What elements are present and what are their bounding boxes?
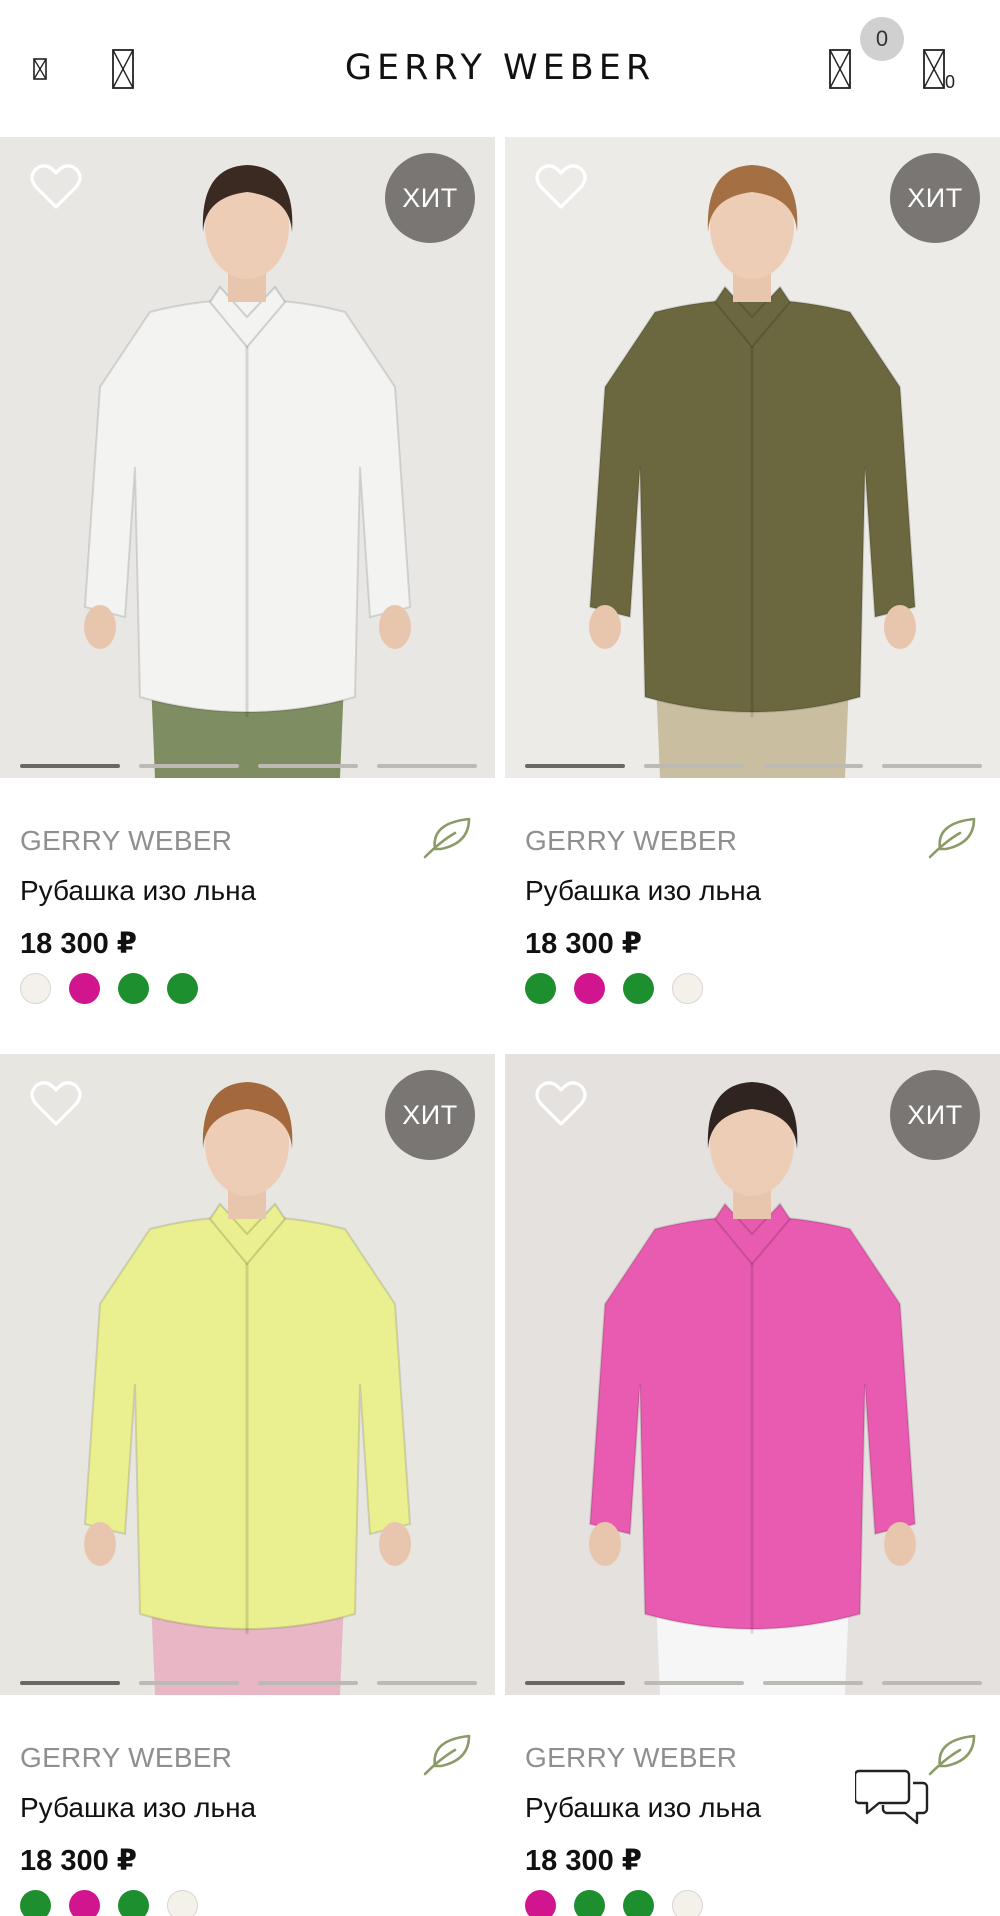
- carousel-dots: [20, 764, 477, 768]
- product-price: 18 300 ₽: [20, 928, 137, 960]
- carousel-indicator[interactable]: [525, 1681, 625, 1685]
- heart-icon[interactable]: [535, 163, 587, 211]
- heart-icon[interactable]: [535, 1080, 587, 1128]
- color-swatch[interactable]: [525, 973, 556, 1004]
- carousel-indicator[interactable]: [20, 764, 120, 768]
- color-swatch[interactable]: [574, 973, 605, 1004]
- product-image[interactable]: ХИТ: [0, 1054, 495, 1695]
- svg-text:0: 0: [945, 72, 955, 92]
- carousel-indicator[interactable]: [139, 1681, 239, 1685]
- color-swatch[interactable]: [118, 973, 149, 1004]
- color-swatches: [525, 1890, 703, 1916]
- color-swatches: [525, 973, 703, 1004]
- carousel-indicator[interactable]: [763, 1681, 863, 1685]
- carousel-indicator[interactable]: [882, 1681, 982, 1685]
- carousel-dots: [525, 1681, 982, 1685]
- top-header: GERRY WEBER 0 0: [0, 0, 1000, 137]
- carousel-dots: [525, 764, 982, 768]
- hit-badge: ХИТ: [890, 1070, 980, 1160]
- product-image[interactable]: ХИТ: [0, 137, 495, 778]
- color-swatch[interactable]: [167, 973, 198, 1004]
- color-swatch[interactable]: [118, 1890, 149, 1916]
- carousel-indicator[interactable]: [377, 1681, 477, 1685]
- chat-icon[interactable]: [853, 1765, 931, 1831]
- color-swatch[interactable]: [69, 973, 100, 1004]
- product-title[interactable]: Рубашка изо льна: [525, 875, 761, 907]
- color-swatch[interactable]: [623, 1890, 654, 1916]
- product-price: 18 300 ₽: [525, 1845, 642, 1877]
- color-swatch[interactable]: [20, 1890, 51, 1916]
- product-brand: GERRY WEBER: [20, 825, 233, 856]
- carousel-indicator[interactable]: [139, 764, 239, 768]
- product-title[interactable]: Рубашка изо льна: [525, 1792, 761, 1824]
- carousel-indicator[interactable]: [258, 764, 358, 768]
- product-image[interactable]: ХИТ: [505, 137, 1000, 778]
- product-brand: GERRY WEBER: [525, 825, 738, 856]
- carousel-indicator[interactable]: [20, 1681, 120, 1685]
- cart-count-badge: 0: [860, 17, 904, 61]
- carousel-indicator[interactable]: [377, 764, 477, 768]
- wishlist-icon[interactable]: [820, 46, 860, 92]
- color-swatch[interactable]: [672, 973, 703, 1004]
- hit-badge: ХИТ: [890, 153, 980, 243]
- leaf-icon: [421, 1730, 475, 1778]
- carousel-dots: [20, 1681, 477, 1685]
- hit-badge: ХИТ: [385, 1070, 475, 1160]
- leaf-icon: [421, 813, 475, 861]
- product-brand: GERRY WEBER: [20, 1742, 233, 1773]
- carousel-indicator[interactable]: [882, 764, 982, 768]
- heart-icon[interactable]: [30, 1080, 82, 1128]
- color-swatch[interactable]: [623, 973, 654, 1004]
- color-swatch[interactable]: [20, 973, 51, 1004]
- color-swatch[interactable]: [574, 1890, 605, 1916]
- carousel-indicator[interactable]: [258, 1681, 358, 1685]
- heart-icon[interactable]: [30, 163, 82, 211]
- product-brand: GERRY WEBER: [525, 1742, 738, 1773]
- product-title[interactable]: Рубашка изо льна: [20, 1792, 256, 1824]
- color-swatch[interactable]: [525, 1890, 556, 1916]
- cart-icon[interactable]: 0: [916, 46, 960, 92]
- hit-badge: ХИТ: [385, 153, 475, 243]
- product-image[interactable]: ХИТ: [505, 1054, 1000, 1695]
- product-title[interactable]: Рубашка изо льна: [20, 875, 256, 907]
- color-swatch[interactable]: [167, 1890, 198, 1916]
- color-swatches: [20, 1890, 198, 1916]
- carousel-indicator[interactable]: [763, 764, 863, 768]
- color-swatch[interactable]: [69, 1890, 100, 1916]
- carousel-indicator[interactable]: [644, 1681, 744, 1685]
- color-swatch[interactable]: [672, 1890, 703, 1916]
- product-price: 18 300 ₽: [525, 928, 642, 960]
- carousel-indicator[interactable]: [644, 764, 744, 768]
- product-price: 18 300 ₽: [20, 1845, 137, 1877]
- leaf-icon: [926, 1730, 980, 1778]
- carousel-indicator[interactable]: [525, 764, 625, 768]
- color-swatches: [20, 973, 198, 1004]
- leaf-icon: [926, 813, 980, 861]
